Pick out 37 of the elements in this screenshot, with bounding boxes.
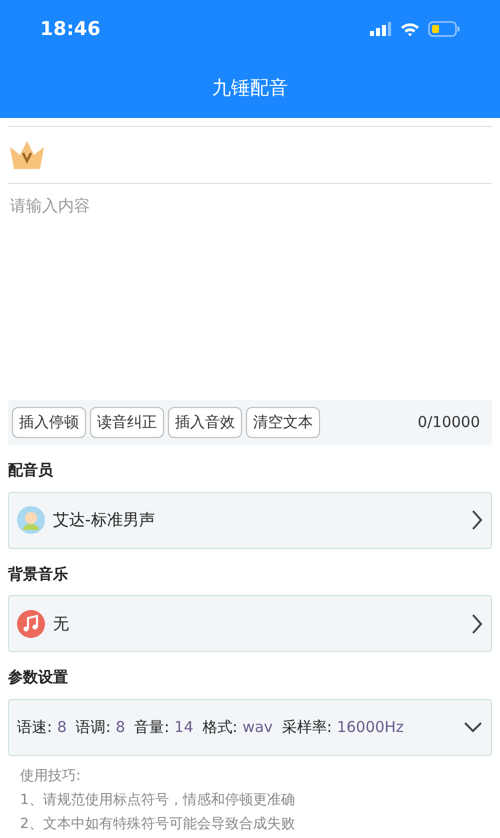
signal-icon — [370, 22, 392, 36]
param-value: 8 — [57, 716, 67, 738]
section-label: 背景音乐 — [8, 564, 68, 582]
param-value: 16000Hz — [336, 716, 404, 738]
toolbar-button[interactable]: 插入停顿 — [12, 407, 86, 438]
chevron-right-icon — [471, 612, 483, 634]
tip-text: 2、文本中如有特殊符号可能会导致合成失败 — [20, 816, 295, 832]
battery-icon — [428, 21, 460, 37]
clock: 18:46 — [40, 16, 100, 42]
crown-icon[interactable] — [8, 139, 46, 171]
toolbar-button[interactable]: 读音纠正 — [90, 407, 164, 438]
section-label: 配音员 — [8, 461, 53, 479]
voice-picker[interactable]: 艾达-标准男声 — [8, 492, 492, 548]
chevron-right-icon — [471, 509, 483, 531]
param-value: 8 — [116, 716, 126, 738]
param-label: 语速: — [17, 716, 52, 738]
toolbar-button[interactable]: 清空文本 — [246, 407, 320, 438]
avatar-icon — [17, 506, 45, 534]
music-picker[interactable]: 无 — [8, 595, 492, 652]
param-label: 音量: — [134, 716, 170, 738]
param-label: 语调: — [76, 716, 111, 738]
voice-name: 艾达-标准男声 — [53, 509, 155, 531]
section-label: 参数设置 — [8, 668, 68, 686]
param-value: wav — [242, 716, 273, 738]
param-label: 采样率: — [282, 716, 332, 738]
app-title: 九锤配音 — [212, 77, 288, 99]
tip-text: 使用技巧: — [20, 768, 81, 784]
param-value: 14 — [174, 716, 194, 738]
params-dropdown[interactable]: 语速: 8 语调: 8 音量: 14 格式: wav 采样率: 16000Hz — [8, 698, 492, 756]
music-note-icon — [17, 610, 45, 638]
chevron-down-icon — [463, 721, 483, 733]
wifi-icon — [400, 22, 420, 36]
char-counter: 0/10000 — [418, 412, 481, 434]
toolbar-button[interactable]: 插入音效 — [168, 407, 242, 438]
tip-text: 1、请规范使用标点符号，情感和停顿更准确 — [20, 792, 295, 808]
music-name: 无 — [53, 612, 69, 634]
param-label: 格式: — [202, 716, 238, 738]
